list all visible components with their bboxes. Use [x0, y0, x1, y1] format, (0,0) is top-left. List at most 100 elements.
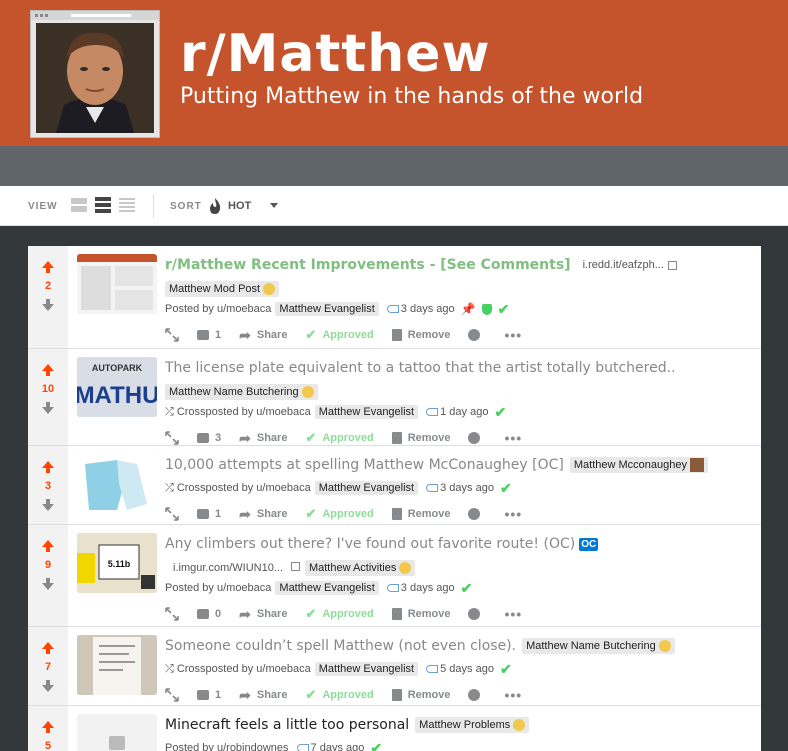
- post-title[interactable]: 10,000 attempts at spelling Matthew McCo…: [165, 457, 564, 473]
- external-link-icon[interactable]: [667, 260, 677, 270]
- flair-face-icon: [689, 458, 704, 473]
- approved-button[interactable]: ✔ Approved: [305, 606, 373, 622]
- more-options-button[interactable]: •••: [504, 327, 522, 343]
- post-title[interactable]: Minecraft feels a little too personal: [165, 717, 409, 733]
- upvote-arrow-icon[interactable]: [41, 539, 55, 553]
- share-icon: ➦: [239, 429, 251, 446]
- post-flair[interactable]: Matthew Activities: [304, 560, 416, 576]
- downvote-arrow-icon[interactable]: [41, 298, 55, 312]
- external-link-icon[interactable]: [291, 562, 301, 572]
- remove-button[interactable]: Remove: [391, 329, 450, 341]
- expand-button[interactable]: [165, 431, 179, 445]
- downvote-arrow-icon[interactable]: [41, 498, 55, 512]
- downvote-arrow-icon[interactable]: [41, 401, 55, 415]
- post-title[interactable]: r/Matthew Recent Improvements - [See Com…: [165, 257, 571, 273]
- subreddit-tagline: Putting Matthew in the hands of the worl…: [180, 84, 644, 109]
- post-title[interactable]: The license plate equivalent to a tattoo…: [165, 360, 676, 376]
- upvote-arrow-icon[interactable]: [41, 720, 55, 734]
- post-flair[interactable]: Matthew Mcconaughey: [569, 457, 708, 473]
- card-view-icon[interactable]: [70, 196, 88, 214]
- post-domain-link[interactable]: i.redd.it/eafzph...: [583, 259, 664, 271]
- post-flair[interactable]: Matthew Name Butchering: [522, 638, 675, 654]
- post-title[interactable]: Someone couldn’t spell Matthew (not even…: [165, 638, 516, 654]
- mod-actions-button[interactable]: [468, 432, 486, 444]
- comments-button[interactable]: 1: [197, 329, 221, 341]
- sort-dropdown-value[interactable]: HOT: [228, 200, 251, 212]
- expand-button[interactable]: [165, 507, 179, 521]
- downvote-arrow-icon[interactable]: [41, 577, 55, 591]
- expand-button[interactable]: [165, 328, 179, 342]
- chevron-down-icon[interactable]: [270, 203, 278, 208]
- post-thumbnail[interactable]: [77, 635, 157, 695]
- share-button[interactable]: ➦ Share: [239, 606, 287, 623]
- comments-button[interactable]: 1: [197, 508, 221, 520]
- approved-button[interactable]: ✔ Approved: [305, 687, 373, 703]
- share-button[interactable]: ➦ Share: [239, 687, 287, 704]
- upvote-arrow-icon[interactable]: [41, 260, 55, 274]
- post-thumbnail[interactable]: [77, 454, 157, 514]
- mod-actions-button[interactable]: [468, 608, 486, 620]
- post-author[interactable]: Posted by u/moebaca: [165, 582, 271, 594]
- approved-button[interactable]: ✔ Approved: [305, 430, 373, 446]
- post-author[interactable]: Crossposted by u/moebaca: [177, 663, 311, 675]
- post-timestamp[interactable]: 1 day ago: [440, 406, 488, 418]
- post-thumbnail[interactable]: [77, 254, 157, 314]
- share-button[interactable]: ➦ Share: [239, 327, 287, 344]
- compact-view-icon[interactable]: [118, 196, 136, 214]
- post-domain-link[interactable]: i.imgur.com/WIUN10...: [173, 562, 283, 574]
- share-button[interactable]: ➦ Share: [239, 506, 287, 523]
- mod-shield-icon: [468, 508, 481, 520]
- more-options-button[interactable]: •••: [504, 687, 522, 703]
- expand-button[interactable]: [165, 607, 179, 621]
- post-title[interactable]: Any climbers out there? I've found out f…: [165, 536, 575, 552]
- post-card[interactable]: 9 5.11b Any climbers out there? I've fou…: [28, 525, 761, 627]
- post-thumbnail[interactable]: [77, 714, 157, 751]
- remove-button[interactable]: Remove: [391, 689, 450, 701]
- post-card[interactable]: 7 Someone couldn’t spell Matthew (not ev…: [28, 627, 761, 706]
- post-author[interactable]: Posted by u/moebaca: [165, 303, 271, 315]
- post-timestamp[interactable]: 5 days ago: [440, 663, 494, 675]
- post-card[interactable]: 10 AUTOPARK MATHU The license plate equiv…: [28, 349, 761, 446]
- post-timestamp[interactable]: 3 days ago: [401, 582, 455, 594]
- pin-icon[interactable]: 📌: [461, 302, 476, 316]
- expand-icon: [165, 431, 179, 445]
- flame-icon[interactable]: [208, 198, 222, 214]
- post-card[interactable]: 3 10,000 attempts at spelling Matthew Mc…: [28, 446, 761, 525]
- comments-button[interactable]: 3: [197, 432, 221, 444]
- comments-button[interactable]: 1: [197, 689, 221, 701]
- upvote-arrow-icon[interactable]: [41, 363, 55, 377]
- comments-button[interactable]: 0: [197, 608, 221, 620]
- post-author[interactable]: Posted by u/robindownes: [165, 742, 289, 751]
- more-options-button[interactable]: •••: [504, 506, 522, 522]
- mod-actions-button[interactable]: [468, 329, 486, 341]
- post-thumbnail[interactable]: AUTOPARK MATHU: [77, 357, 157, 417]
- share-button[interactable]: ➦ Share: [239, 430, 287, 447]
- post-timestamp[interactable]: 7 days ago: [311, 742, 365, 751]
- flair-emoji-icon: [301, 386, 314, 399]
- mod-actions-button[interactable]: [468, 689, 486, 701]
- expand-button[interactable]: [165, 688, 179, 702]
- post-thumbnail[interactable]: 5.11b: [77, 533, 157, 593]
- post-card[interactable]: 2 r/Matthew Recent Improvements - [See C…: [28, 246, 761, 349]
- approved-button[interactable]: ✔ Approved: [305, 327, 373, 343]
- shield-icon[interactable]: [481, 303, 492, 315]
- post-author[interactable]: Crossposted by u/moebaca: [177, 406, 311, 418]
- remove-button[interactable]: Remove: [391, 508, 450, 520]
- more-options-button[interactable]: •••: [504, 606, 522, 622]
- classic-view-icon[interactable]: [94, 196, 112, 214]
- post-author[interactable]: Crossposted by u/moebaca: [177, 482, 311, 494]
- post-flair[interactable]: Matthew Mod Post: [165, 281, 280, 297]
- post-card[interactable]: 5 Minecraft feels a little too personal …: [28, 706, 761, 751]
- more-options-button[interactable]: •••: [504, 430, 522, 446]
- upvote-arrow-icon[interactable]: [41, 460, 55, 474]
- post-flair[interactable]: Matthew Problems: [415, 717, 530, 733]
- upvote-arrow-icon[interactable]: [41, 641, 55, 655]
- remove-button[interactable]: Remove: [391, 432, 450, 444]
- post-flair[interactable]: Matthew Name Butchering: [165, 384, 318, 400]
- approved-button[interactable]: ✔ Approved: [305, 506, 373, 522]
- post-timestamp[interactable]: 3 days ago: [440, 482, 494, 494]
- mod-actions-button[interactable]: [468, 508, 486, 520]
- downvote-arrow-icon[interactable]: [41, 679, 55, 693]
- post-timestamp[interactable]: 3 days ago: [401, 303, 455, 315]
- remove-button[interactable]: Remove: [391, 608, 450, 620]
